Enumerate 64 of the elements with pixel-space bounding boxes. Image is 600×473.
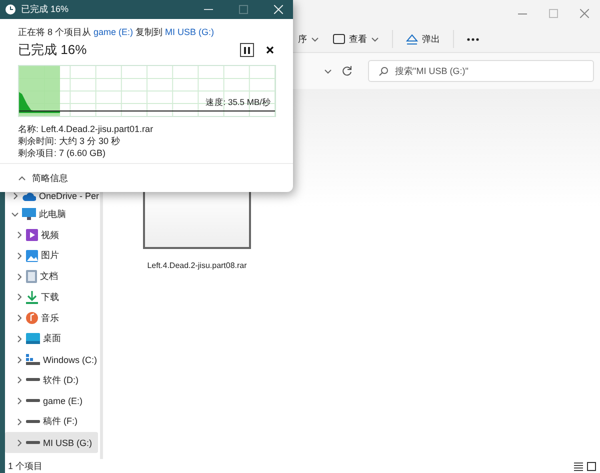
window-title: 已完成 16% (21, 3, 70, 16)
document-icon (26, 270, 37, 284)
speed-label: 速度: 35.5 MB/秒 (205, 97, 271, 109)
search-icon (379, 67, 388, 76)
download-icon (26, 290, 38, 304)
source-link[interactable]: game (E:) (94, 27, 134, 37)
pause-icon (244, 46, 250, 54)
sidebar-item[interactable]: 文档 (5, 266, 98, 287)
chevron-down-icon (11, 210, 19, 218)
sort-menu-button[interactable]: 序 (293, 30, 324, 48)
status-bar-text: 1 个项目 (8, 460, 43, 472)
eject-icon (406, 34, 418, 44)
view-menu-button[interactable]: 查看 (328, 30, 384, 48)
sidebar-item[interactable]: 视频 (5, 224, 98, 246)
tiles-view-button[interactable] (587, 462, 596, 470)
maximize-icon (549, 8, 558, 18)
monitor-icon (22, 208, 36, 220)
file-name[interactable]: Left.4.Dead.2-jisu.part08.rar (147, 261, 247, 270)
sidebar-item[interactable]: 软件 (D:) (5, 370, 98, 391)
cloud-icon (22, 191, 36, 201)
details-toggle[interactable]: 简略信息 (18, 172, 68, 184)
tiles-view-icon (587, 462, 596, 470)
sidebar-item[interactable]: 下载 (5, 287, 98, 308)
detail-line: 剩余时间: 大约 3 分 30 秒 (18, 135, 122, 147)
desktop-icon (26, 333, 40, 344)
close-icon (266, 46, 274, 54)
sidebar-item[interactable]: 桌面 (5, 328, 98, 350)
eject-button[interactable]: 弹出 (401, 30, 445, 48)
sidebar-item[interactable]: 音乐 (5, 308, 98, 328)
refresh-icon (342, 66, 352, 76)
chevron-down-icon (371, 35, 379, 43)
view-icon (333, 34, 345, 44)
sidebar-item[interactable]: 此电脑 (5, 204, 98, 225)
detail-line: 剩余项目: 7 (6.60 GB) (18, 147, 107, 159)
sidebar-item[interactable]: MI USB (G:) (5, 432, 98, 453)
close-icon (274, 5, 282, 14)
refresh-button[interactable] (342, 66, 352, 76)
drive-icon (26, 354, 40, 366)
progress-heading: 已完成 16% (18, 41, 88, 59)
sidebar-item[interactable]: game (E:) (5, 390, 98, 412)
sidebar-item[interactable]: 稿件 (F:) (5, 412, 98, 432)
speed-graph (19, 92, 60, 113)
history-dropdown-button[interactable] (324, 67, 332, 75)
chevron-down-icon (311, 35, 319, 43)
copy-status-text: 正在将 8 个项目从 game (E:) 复制到 MI USB (G:) (18, 26, 216, 39)
video-icon (26, 229, 38, 242)
search-field[interactable]: 搜索"MI USB (G:)" (368, 60, 594, 82)
close-icon (580, 8, 589, 18)
clock-icon (5, 4, 16, 15)
file-thumbnail[interactable] (143, 189, 251, 249)
detail-line: 名称: Left.4.Dead.2-jisu.part01.rar (18, 123, 154, 135)
more-icon (467, 38, 479, 40)
cancel-button[interactable] (266, 46, 274, 54)
destination-link[interactable]: MI USB (G:) (165, 27, 214, 37)
maximize-icon (238, 5, 248, 14)
sidebar-item[interactable]: OneDrive - Per (5, 188, 98, 204)
details-view-button[interactable] (574, 462, 583, 470)
music-icon (26, 312, 38, 324)
sidebar-item[interactable]: Windows (C:) (5, 349, 98, 370)
sidebar-item[interactable]: 图片 (5, 246, 98, 266)
chevron-down-icon (324, 67, 332, 75)
list-view-icon (574, 462, 583, 470)
picture-icon (26, 250, 38, 262)
pause-button[interactable] (240, 43, 254, 57)
